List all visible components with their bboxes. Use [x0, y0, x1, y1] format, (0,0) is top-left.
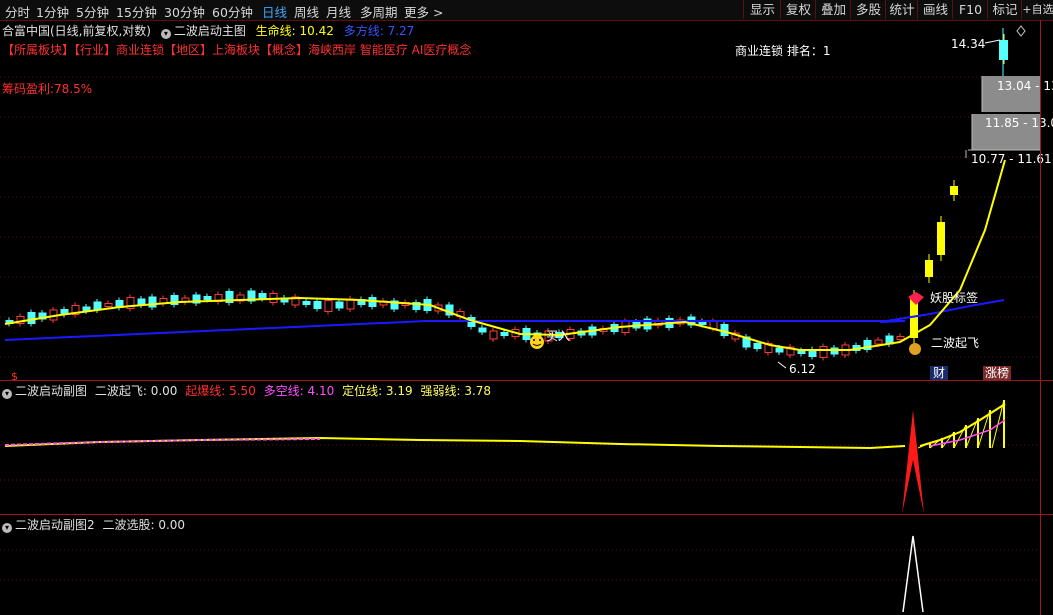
sub-chart-2-plot [902, 535, 924, 613]
candle-body [324, 300, 333, 312]
selection-spike [902, 535, 924, 613]
explosion-value: 起爆线: 5.50 [185, 384, 256, 398]
candle-body [874, 339, 883, 345]
sub2-menu-icon[interactable]: ▾ [2, 523, 12, 533]
sub-chart-2-divider [0, 514, 1053, 515]
sub-chart-1-plot [4, 399, 1006, 514]
candle-body [302, 301, 311, 305]
sub-chart-2-header: ▾ 二波启动副图2 二波选股: 0.00 [2, 516, 185, 533]
strength-bar [977, 409, 991, 449]
high-price-label: 14.34 [951, 37, 986, 51]
bull-bear-value: 多空线: 4.10 [263, 384, 335, 398]
sub1-menu-icon[interactable]: ▾ [2, 389, 12, 399]
grid-lines [0, 76, 1040, 581]
candle-body [753, 343, 762, 349]
candle-body [489, 330, 498, 340]
takeoff-value: 二波起飞: 0.00 [94, 384, 178, 398]
low-price-label: 6.12 [789, 362, 816, 376]
range-label-1: 13.04 - 13 [997, 79, 1053, 93]
buy-smiley-icon [530, 335, 544, 349]
selection-value: 二波选股: 0.00 [102, 518, 186, 532]
buy-label: 买入 [546, 329, 571, 343]
strength-bar [965, 417, 979, 449]
candle-body [775, 347, 784, 353]
candle-body [478, 327, 487, 333]
sub1-indicator-name[interactable]: 二波启动副图 [15, 384, 87, 398]
second-wave-label: 二波起飞 [931, 336, 980, 350]
strength-value: 强弱线: 3.78 [420, 384, 492, 398]
high-price-pointer [984, 39, 1001, 44]
position-value: 定位线: 3.19 [342, 384, 413, 398]
money-bag-icon [909, 343, 921, 355]
expand-diamond-icon [1016, 25, 1026, 37]
candle-body [500, 332, 509, 336]
sub-chart-1-divider [0, 380, 1053, 381]
limit-up-badge[interactable]: 涨榜 [983, 366, 1012, 380]
candle-body [819, 346, 828, 358]
candle-body [720, 324, 729, 336]
candle-body [27, 312, 36, 324]
candlesticks [5, 28, 1008, 361]
low-price-pointer [777, 361, 787, 369]
candle-body [335, 301, 344, 309]
candle-body [148, 296, 157, 308]
finance-badge[interactable]: 财 [930, 366, 949, 380]
candle-body [258, 293, 267, 299]
right-axis-border [1040, 20, 1041, 615]
explosion-spike [902, 410, 924, 514]
candle-body [896, 336, 905, 340]
candle-body [104, 303, 113, 307]
sub2-indicator-name[interactable]: 二波启动副图2 [15, 518, 95, 532]
strength-bar [941, 431, 955, 449]
position-line [4, 436, 906, 450]
sub-chart-1-header: ▾ 二波启动副图 二波起飞: 0.00 起爆线: 5.50 多空线: 4.10 定… [2, 382, 491, 399]
candle-body [313, 301, 322, 309]
demon-stock-label: 妖股标签 [930, 291, 979, 305]
range-label-2: 11.85 - 13.0 [985, 116, 1053, 130]
candle-body [203, 296, 212, 300]
